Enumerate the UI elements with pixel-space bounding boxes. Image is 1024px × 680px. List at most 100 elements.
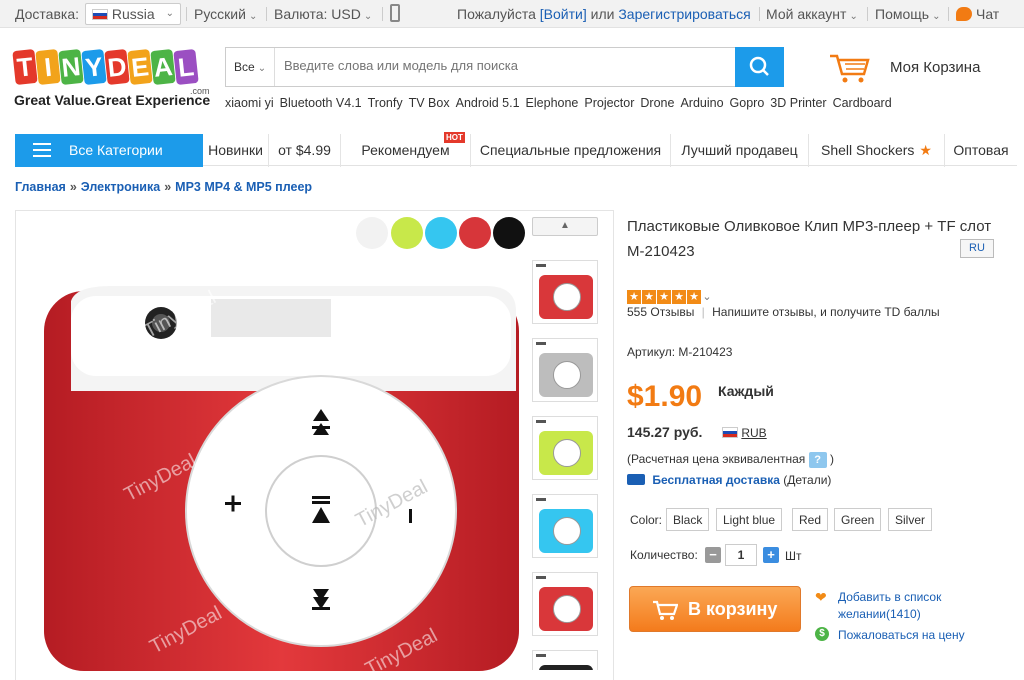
- swatch-blue[interactable]: [425, 217, 457, 249]
- cart-link[interactable]: Моя Корзина: [826, 48, 1006, 88]
- rating-stars[interactable]: ★ ★ ★ ★ ★ ⌄: [627, 290, 713, 304]
- product-thumbnail[interactable]: [532, 416, 598, 480]
- cart-icon: [830, 54, 870, 83]
- estimate-close: ): [830, 452, 834, 467]
- all-categories-button[interactable]: Все Категории: [15, 134, 203, 167]
- star-icon: ★: [687, 290, 701, 304]
- swatch-green[interactable]: [391, 217, 423, 249]
- keyword-link[interactable]: 3D Printer: [770, 96, 826, 110]
- login-link[interactable]: [Войти]: [540, 6, 587, 22]
- swatch-red[interactable]: [459, 217, 491, 249]
- search-category-select[interactable]: Все ⌄: [226, 48, 275, 86]
- tab-wholesale[interactable]: Оптовая: [945, 134, 1017, 167]
- keyword-link[interactable]: TV Box: [409, 96, 450, 110]
- register-link[interactable]: Зарегистрироваться: [618, 6, 750, 22]
- color-option-green[interactable]: Green: [834, 508, 882, 531]
- reviews-count[interactable]: 555 Отзывы: [627, 305, 694, 319]
- divider: [382, 7, 383, 21]
- tab-special-offers[interactable]: Специальные предложения: [471, 134, 671, 167]
- site-logo[interactable]: TINYDEAL .com Great Value.Great Experien…: [12, 48, 214, 110]
- tab-new[interactable]: Новинки: [203, 134, 269, 167]
- quantity-unit: Шт: [785, 549, 802, 563]
- tab-label: Рекомендуем: [361, 142, 450, 158]
- quantity-increase-button[interactable]: +: [763, 547, 779, 563]
- product-thumbnail[interactable]: [532, 260, 598, 324]
- tab-best-seller[interactable]: Лучший продавец: [671, 134, 809, 167]
- breadcrumb-mp3-players[interactable]: MP3 MP4 & MP5 плеер: [175, 180, 312, 194]
- chat-link[interactable]: Чат: [956, 6, 999, 22]
- sku: Артикул: M-210423: [627, 345, 733, 359]
- truck-icon: [627, 474, 645, 485]
- tab-label: Новинки: [208, 142, 263, 158]
- breadcrumb-electronics[interactable]: Электроника: [81, 180, 160, 194]
- swatch-black[interactable]: [493, 217, 525, 249]
- country-select[interactable]: Russia ⌄: [85, 3, 181, 25]
- price: $1.90: [627, 380, 703, 413]
- keyword-link[interactable]: Android 5.1: [456, 96, 520, 110]
- currency-select[interactable]: Валюта: USD ⌄: [274, 6, 372, 22]
- color-option-silver[interactable]: Silver: [888, 508, 933, 531]
- shipping-details-link[interactable]: (Детали): [783, 473, 831, 487]
- price-complaint-link[interactable]: Пожаловаться на цену: [838, 628, 965, 642]
- chevron-up-icon: ▲: [560, 220, 570, 231]
- free-shipping-link[interactable]: Бесплатная доставка: [652, 473, 780, 487]
- swatch-white[interactable]: [356, 217, 388, 249]
- keyword-link[interactable]: Projector: [584, 96, 634, 110]
- product-thumbnail[interactable]: [532, 338, 598, 402]
- chevron-down-icon: ⌄: [932, 11, 941, 22]
- product-thumbnail[interactable]: [532, 650, 598, 670]
- delivery-label: Доставка:: [15, 6, 80, 22]
- or-text: или: [590, 6, 615, 22]
- color-option-black[interactable]: Black: [666, 508, 710, 531]
- quantity-label: Количество:: [630, 548, 698, 562]
- search-button[interactable]: [735, 47, 784, 87]
- language-badge[interactable]: RU: [960, 239, 994, 258]
- write-review-link[interactable]: Напишите отзывы, и получите TD баллы: [712, 305, 939, 319]
- quantity-decrease-button[interactable]: −: [705, 547, 721, 563]
- tab-label: от $4.99: [278, 142, 331, 158]
- product-title: Пластиковые Оливковое Клип MP3-плеер + T…: [627, 218, 992, 260]
- quantity-input[interactable]: 1: [725, 544, 757, 566]
- search-input[interactable]: [284, 58, 724, 73]
- cart-icon: [653, 600, 678, 620]
- color-option-red[interactable]: Red: [792, 508, 829, 531]
- tab-recommended[interactable]: Рекомендуем HOT: [341, 132, 471, 167]
- keyword-link[interactable]: Bluetooth V4.1: [280, 96, 362, 110]
- divider: [266, 7, 267, 21]
- add-to-wishlist-link[interactable]: Добавить в список желании(1410): [838, 589, 941, 623]
- keyword-link[interactable]: Drone: [640, 96, 674, 110]
- language-select[interactable]: Русский ⌄: [194, 6, 257, 22]
- thumb-scroll-up-button[interactable]: ▲: [532, 217, 598, 236]
- product-thumbnail[interactable]: [532, 494, 598, 558]
- logo-tagline: Great Value.Great Experience: [14, 92, 211, 108]
- help-icon[interactable]: ?: [808, 452, 827, 468]
- keyword-link[interactable]: xiaomi yi: [225, 96, 274, 110]
- tab-under-499[interactable]: от $4.99: [269, 134, 341, 167]
- logo-word: TINYDEAL: [12, 48, 199, 90]
- keyword-link[interactable]: Elephone: [526, 96, 579, 110]
- star-icon: ★: [657, 290, 671, 304]
- account-label: Мой аккаунт: [766, 6, 847, 22]
- keyword-link[interactable]: Tronfy: [368, 96, 403, 110]
- breadcrumb-home[interactable]: Главная: [15, 180, 66, 194]
- chat-icon: [956, 7, 972, 21]
- currency-switch[interactable]: RUB: [722, 426, 767, 440]
- mobile-phone-icon[interactable]: [390, 4, 400, 22]
- tab-shell-shockers[interactable]: Shell Shockers ★: [809, 134, 945, 167]
- main-product-image[interactable]: TinyDeal TinyDeal TinyDeal TinyDeal Tiny…: [16, 211, 536, 680]
- keyword-link[interactable]: Gopro: [730, 96, 765, 110]
- wishlist-count: желании(1410): [838, 607, 921, 621]
- star-icon: ★: [627, 290, 641, 304]
- tab-label: Оптовая: [953, 142, 1009, 158]
- star-icon: ★: [919, 142, 932, 158]
- account-menu[interactable]: Мой аккаунт ⌄: [766, 6, 858, 22]
- color-option-light-blue[interactable]: Light blue: [716, 508, 783, 531]
- chevron-down-icon: ⌄: [248, 11, 258, 22]
- add-to-cart-button[interactable]: В корзину: [629, 586, 801, 632]
- product-thumbnail[interactable]: [532, 572, 598, 636]
- top-bar: Доставка: Russia ⌄ Русский ⌄ Валюта: USD ⌄…: [0, 0, 1024, 28]
- keyword-link[interactable]: Cardboard: [833, 96, 892, 110]
- help-menu[interactable]: Помощь ⌄: [875, 6, 940, 22]
- keyword-link[interactable]: Arduino: [680, 96, 723, 110]
- tab-label: Специальные предложения: [479, 142, 662, 158]
